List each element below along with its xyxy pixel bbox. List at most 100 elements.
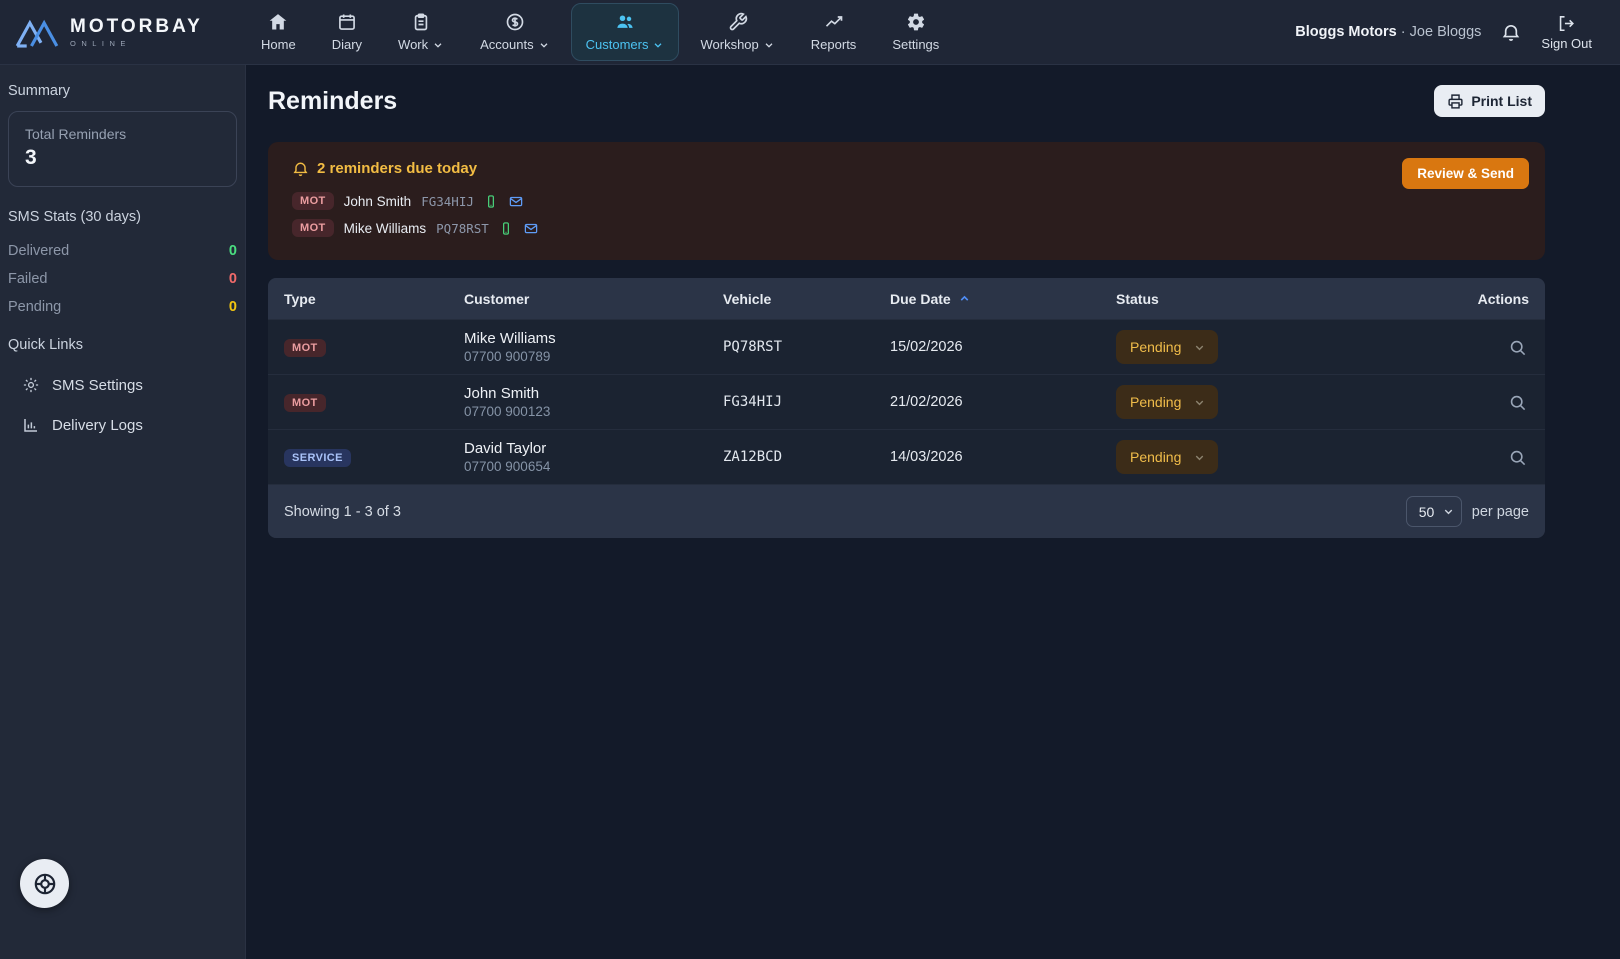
- clipboard-icon: [411, 12, 431, 32]
- lifebuoy-icon: [32, 871, 58, 897]
- sidebar-item-delivery-logs[interactable]: Delivery Logs: [8, 405, 237, 445]
- sms-stats-title: SMS Stats (30 days): [8, 209, 237, 225]
- status-value: Pending: [1130, 449, 1181, 465]
- column-header-actions: Actions: [1368, 291, 1529, 307]
- stat-row-failed: Failed 0: [8, 265, 237, 293]
- sidebar: Summary Total Reminders 3 SMS Stats (30 …: [0, 65, 246, 959]
- home-icon: [268, 12, 288, 32]
- status-select[interactable]: Pending: [1116, 440, 1218, 474]
- chevron-down-icon: [1193, 341, 1206, 354]
- per-page-select[interactable]: 50: [1406, 496, 1462, 527]
- column-header-status[interactable]: Status: [1116, 291, 1368, 307]
- per-page-label: per page: [1472, 504, 1529, 520]
- company-name: Bloggs Motors: [1295, 24, 1397, 40]
- main-content: Reminders Print List 2 reminders due tod…: [246, 65, 1620, 959]
- banner-title-text: 2 reminders due today: [317, 160, 477, 177]
- due-date: 21/02/2026: [890, 394, 1116, 410]
- sign-out-button[interactable]: Sign Out: [1541, 14, 1592, 51]
- search-icon: [1508, 448, 1527, 467]
- sign-out-icon: [1557, 14, 1576, 33]
- sidebar-item-sms-settings[interactable]: SMS Settings: [8, 365, 237, 405]
- nav-item-work[interactable]: Work: [383, 3, 459, 61]
- nav-label: Diary: [332, 37, 362, 52]
- account-info: Bloggs Motors · Joe Bloggs: [1295, 24, 1481, 40]
- table-row: SERVICE David Taylor 07700 900654 ZA12BC…: [268, 429, 1545, 484]
- stat-value: 0: [229, 271, 237, 287]
- top-bar: MOTORBAY ONLINE Home Diary Work Accounts…: [0, 0, 1620, 65]
- trend-chart-icon: [824, 12, 844, 32]
- column-header-type[interactable]: Type: [284, 291, 464, 307]
- sort-ascending-icon: [958, 292, 971, 305]
- status-select[interactable]: Pending: [1116, 385, 1218, 419]
- brand-name: MOTORBAY: [70, 17, 203, 36]
- table-header: Type Customer Vehicle Due Date Status Ac…: [268, 278, 1545, 319]
- dollar-circle-icon: [505, 12, 525, 32]
- due-date: 15/02/2026: [890, 339, 1116, 355]
- type-badge: MOT: [292, 192, 334, 210]
- motorbay-logo-icon: [14, 16, 60, 49]
- vehicle-registration: PQ78RST: [436, 221, 489, 236]
- column-header-customer[interactable]: Customer: [464, 291, 723, 307]
- nav-item-diary[interactable]: Diary: [317, 3, 377, 61]
- stat-value: 0: [229, 299, 237, 315]
- nav-item-settings[interactable]: Settings: [877, 3, 954, 61]
- brand-subtitle: ONLINE: [70, 40, 203, 48]
- quick-link-label: Delivery Logs: [52, 417, 143, 434]
- quick-links-title: Quick Links: [8, 337, 237, 353]
- nav-label: Customers: [586, 37, 665, 52]
- column-header-vehicle[interactable]: Vehicle: [723, 291, 890, 307]
- mail-icon: [508, 194, 524, 209]
- table-row: MOT Mike Williams 07700 900789 PQ78RST 1…: [268, 319, 1545, 374]
- phone-icon: [499, 221, 513, 236]
- column-header-due-date[interactable]: Due Date: [890, 291, 1116, 307]
- status-select[interactable]: Pending: [1116, 330, 1218, 364]
- due-date: 14/03/2026: [890, 449, 1116, 465]
- wrench-icon: [728, 12, 748, 32]
- nav-label: Home: [261, 37, 296, 52]
- main-nav: Home Diary Work Accounts Customers Works…: [246, 0, 954, 64]
- type-badge: MOT: [284, 339, 326, 357]
- customer-name: John Smith: [344, 194, 412, 209]
- banner-reminder-item: MOT Mike Williams PQ78RST: [292, 219, 1521, 237]
- customer-phone: 07700 900123: [464, 404, 723, 419]
- table-body: MOT Mike Williams 07700 900789 PQ78RST 1…: [268, 319, 1545, 484]
- nav-label: Workshop: [700, 37, 774, 52]
- nav-item-workshop[interactable]: Workshop: [685, 3, 789, 61]
- mail-icon: [523, 221, 539, 236]
- print-list-button[interactable]: Print List: [1434, 85, 1545, 117]
- stat-row-pending: Pending 0: [8, 293, 237, 321]
- help-button[interactable]: [20, 859, 69, 908]
- customer-name: John Smith: [464, 385, 723, 402]
- send-email-button[interactable]: [508, 194, 524, 209]
- table-row: MOT John Smith 07700 900123 FG34HIJ 21/0…: [268, 374, 1545, 429]
- banner-title: 2 reminders due today: [292, 160, 1521, 177]
- view-reminder-button[interactable]: [1506, 336, 1529, 359]
- nav-item-accounts[interactable]: Accounts: [465, 3, 564, 61]
- view-reminder-button[interactable]: [1506, 391, 1529, 414]
- chevron-down-icon: [538, 39, 550, 51]
- search-icon: [1508, 393, 1527, 412]
- sign-out-label: Sign Out: [1541, 36, 1592, 51]
- vehicle-registration: FG34HIJ: [723, 394, 890, 410]
- print-list-label: Print List: [1471, 93, 1532, 109]
- due-today-banner: 2 reminders due today MOT John Smith FG3…: [268, 142, 1545, 260]
- send-sms-button[interactable]: [484, 194, 498, 209]
- banner-reminder-item: MOT John Smith FG34HIJ: [292, 192, 1521, 210]
- send-sms-button[interactable]: [499, 221, 513, 236]
- status-value: Pending: [1130, 339, 1181, 355]
- chevron-down-icon: [763, 39, 775, 51]
- type-badge: MOT: [292, 219, 334, 237]
- customer-name: David Taylor: [464, 440, 723, 457]
- view-reminder-button[interactable]: [1506, 446, 1529, 469]
- notifications-button[interactable]: [1501, 22, 1521, 42]
- nav-item-home[interactable]: Home: [246, 3, 311, 61]
- vehicle-registration: FG34HIJ: [421, 194, 474, 209]
- separator: ·: [1401, 24, 1406, 40]
- send-email-button[interactable]: [523, 221, 539, 236]
- stat-label: Failed: [8, 271, 48, 287]
- customer-phone: 07700 900654: [464, 459, 723, 474]
- nav-item-reports[interactable]: Reports: [796, 3, 872, 61]
- nav-item-customers[interactable]: Customers: [571, 3, 680, 61]
- review-send-button[interactable]: Review & Send: [1402, 158, 1529, 189]
- nav-label: Settings: [892, 37, 939, 52]
